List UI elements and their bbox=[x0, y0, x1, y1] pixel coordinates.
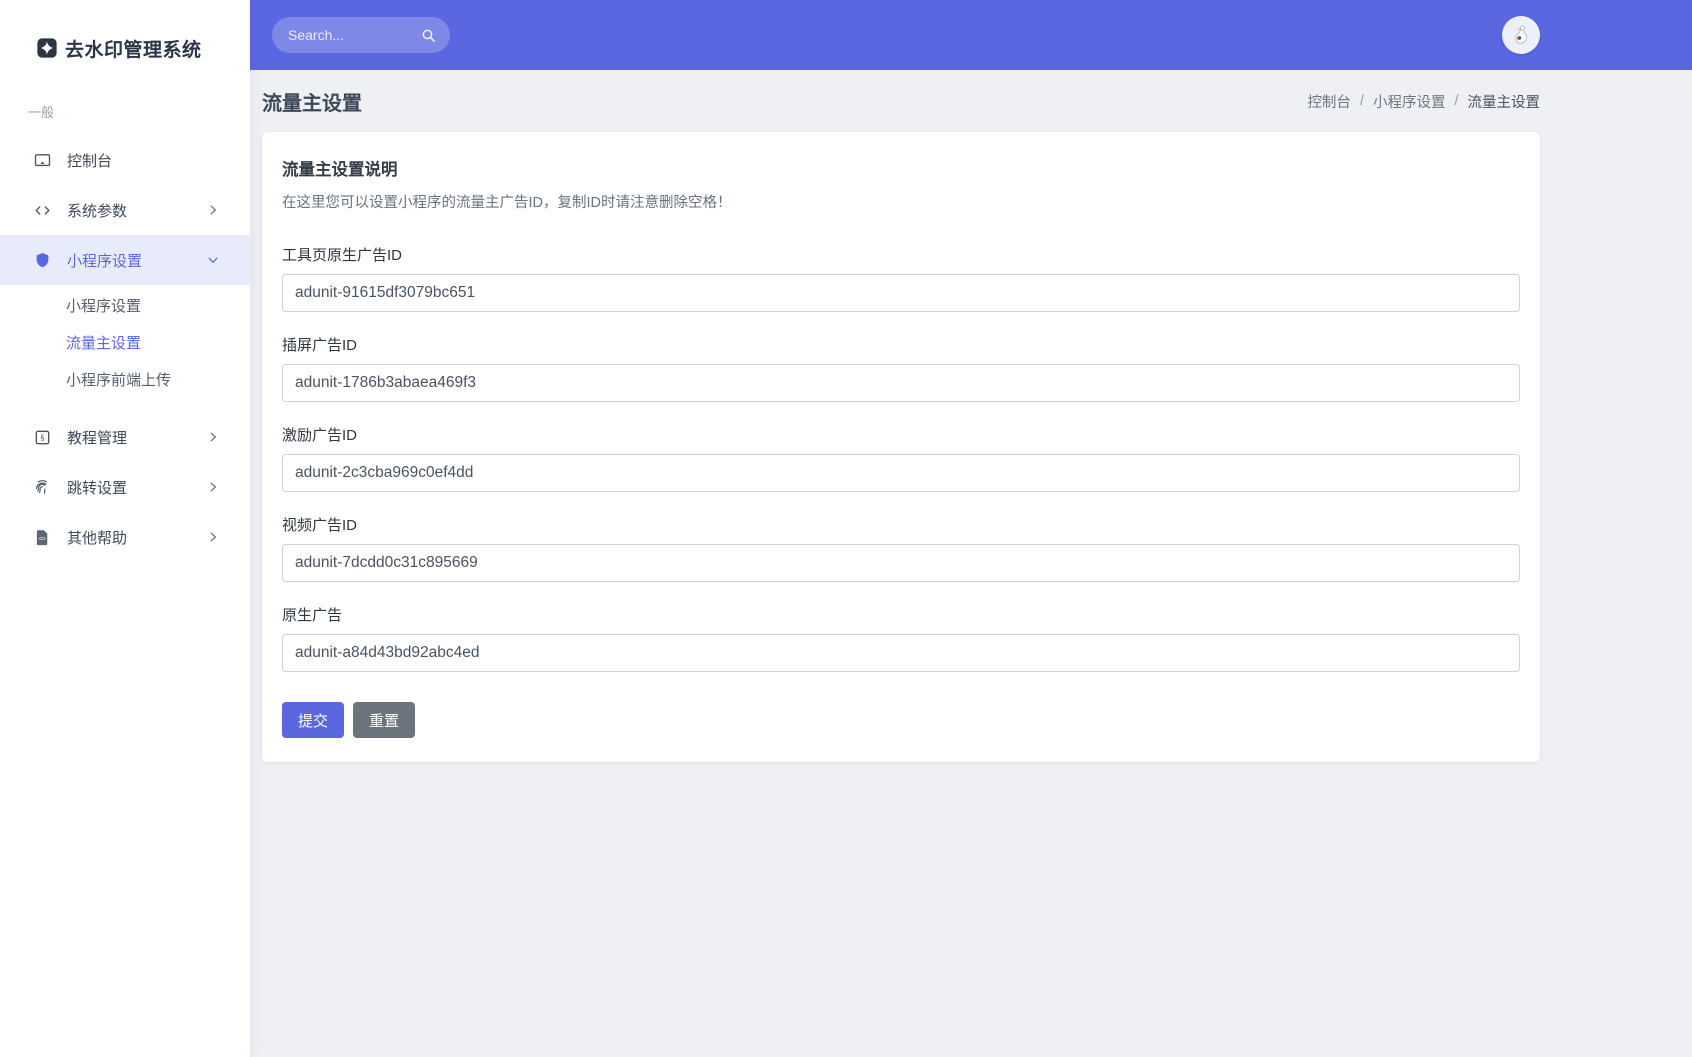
sidebar-subitem-traffic-settings[interactable]: 流量主设置 bbox=[0, 324, 250, 361]
chevron-right-icon bbox=[206, 480, 220, 494]
settings-card: 流量主设置说明 在这里您可以设置小程序的流量主广告ID，复制ID时请注意删除空格… bbox=[262, 132, 1540, 762]
app-logo[interactable]: 去水印管理系统 bbox=[0, 0, 250, 96]
goose-avatar-icon bbox=[1508, 22, 1534, 48]
sidebar-item-other-help[interactable]: <> 其他帮助 bbox=[0, 512, 250, 562]
tool-native-ad-input[interactable] bbox=[282, 274, 1520, 312]
sidebar-item-label: 控制台 bbox=[67, 152, 113, 170]
sidebar-section-label: 一般 bbox=[28, 105, 55, 120]
fingerprint-icon bbox=[32, 477, 52, 497]
form-buttons: 提交 重置 bbox=[282, 694, 1520, 738]
sidebar-item-miniprogram-settings[interactable]: 小程序设置 bbox=[0, 235, 250, 285]
form-group-native-ad: 原生广告 bbox=[282, 604, 1520, 672]
traffic-settings-form: 工具页原生广告ID 插屏广告ID 激励广告ID 视频广告ID 原生广告 提交 bbox=[282, 244, 1520, 738]
sidebar-subitem-miniprogram-settings[interactable]: 小程序设置 bbox=[0, 287, 250, 324]
card-description: 在这里您可以设置小程序的流量主广告ID，复制ID时请注意删除空格！ bbox=[282, 195, 732, 211]
breadcrumb-separator: / bbox=[1454, 93, 1459, 109]
submit-button[interactable]: 提交 bbox=[282, 702, 345, 738]
sidebar-item-system-params[interactable]: 系统参数 bbox=[0, 185, 250, 235]
sidebar-item-redirect-settings[interactable]: 跳转设置 bbox=[0, 462, 250, 512]
breadcrumb-current: 流量主设置 bbox=[1467, 94, 1541, 111]
sidebar-item-label: 小程序设置 bbox=[67, 252, 143, 270]
field-label-native-ad: 原生广告 bbox=[282, 607, 343, 624]
breadcrumb-miniprogram-settings[interactable]: 小程序设置 bbox=[1373, 91, 1446, 112]
video-ad-input[interactable] bbox=[282, 544, 1520, 582]
chevron-down-icon bbox=[206, 253, 220, 267]
sidebar-item-console[interactable]: 控制台 bbox=[0, 135, 250, 185]
sparkle-logo-icon bbox=[36, 37, 58, 59]
field-label-rewarded-ad: 激励广告ID bbox=[282, 427, 358, 444]
form-group-rewarded-ad: 激励广告ID bbox=[282, 424, 1520, 492]
chevron-right-icon bbox=[206, 530, 220, 544]
chevron-right-icon bbox=[206, 203, 220, 217]
sidebar-item-label: 跳转设置 bbox=[67, 479, 128, 497]
main-content: 流量主设置 控制台 / 小程序设置 / 流量主设置 流量主设置说明 在这里您可以… bbox=[250, 70, 1540, 762]
monitor-icon bbox=[32, 150, 52, 170]
miniprogram-submenu: 小程序设置 流量主设置 小程序前端上传 bbox=[0, 285, 250, 404]
breadcrumb-console[interactable]: 控制台 bbox=[1307, 91, 1351, 112]
sidebar-item-label: 教程管理 bbox=[67, 429, 128, 447]
field-label-interstitial-ad: 插屏广告ID bbox=[282, 337, 358, 354]
sidebar-item-label: 系统参数 bbox=[67, 202, 128, 220]
page-header: 流量主设置 控制台 / 小程序设置 / 流量主设置 bbox=[250, 70, 1540, 132]
search-box[interactable] bbox=[272, 17, 450, 53]
reset-button[interactable]: 重置 bbox=[353, 702, 416, 738]
user-avatar[interactable] bbox=[1502, 16, 1540, 54]
license-icon: § bbox=[32, 427, 52, 447]
sidebar-item-tutorial-management[interactable]: § 教程管理 bbox=[0, 412, 250, 462]
form-group-video-ad: 视频广告ID bbox=[282, 514, 1520, 582]
svg-text:§: § bbox=[40, 433, 44, 442]
search-input[interactable] bbox=[288, 27, 412, 43]
form-group-tool-native-ad: 工具页原生广告ID bbox=[282, 244, 1520, 312]
page-title: 流量主设置 bbox=[262, 92, 362, 115]
sidebar: 去水印管理系统 一般 控制台 系统参数 小程序设置 小程序设置 流量主设置 小程… bbox=[0, 0, 250, 1057]
field-label-tool-native-ad: 工具页原生广告ID bbox=[282, 247, 403, 264]
field-label-video-ad: 视频广告ID bbox=[282, 517, 358, 534]
sidebar-nav: 控制台 系统参数 小程序设置 小程序设置 流量主设置 小程序前端上传 § 教程管… bbox=[0, 135, 250, 562]
search-icon[interactable] bbox=[420, 27, 437, 44]
native-ad-input[interactable] bbox=[282, 634, 1520, 672]
chevron-right-icon bbox=[206, 430, 220, 444]
code-icon bbox=[32, 200, 52, 220]
shield-icon bbox=[32, 250, 52, 270]
card-title: 流量主设置说明 bbox=[282, 161, 398, 179]
breadcrumb-separator: / bbox=[1359, 93, 1364, 109]
breadcrumb: 控制台 / 小程序设置 / 流量主设置 bbox=[1307, 91, 1540, 112]
file-code-icon: <> bbox=[32, 527, 52, 547]
topbar bbox=[250, 0, 1692, 70]
app-title: 去水印管理系统 bbox=[65, 39, 202, 61]
sidebar-subitem-frontend-upload[interactable]: 小程序前端上传 bbox=[0, 361, 250, 398]
svg-text:<>: <> bbox=[38, 535, 46, 542]
form-group-interstitial-ad: 插屏广告ID bbox=[282, 334, 1520, 402]
rewarded-ad-input[interactable] bbox=[282, 454, 1520, 492]
sidebar-item-label: 其他帮助 bbox=[67, 529, 128, 547]
interstitial-ad-input[interactable] bbox=[282, 364, 1520, 402]
